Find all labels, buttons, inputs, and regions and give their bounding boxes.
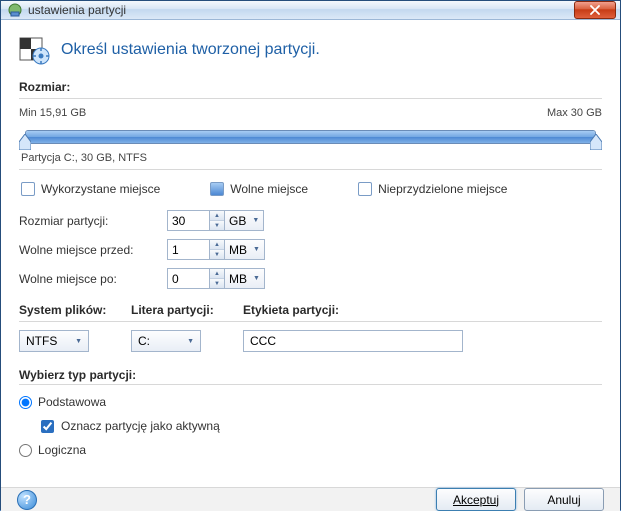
- footer: ? Akceptuj Anuluj: [1, 487, 620, 511]
- wizard-icon: [19, 34, 51, 66]
- slider-handle-left[interactable]: [19, 134, 31, 150]
- drive-letter-select[interactable]: C:▼: [131, 330, 201, 352]
- free-before-label: Wolne miejsce przed:: [19, 243, 167, 257]
- legend-free: Wolne miejsce: [210, 182, 308, 196]
- size-min: Min 15,91 GB: [19, 107, 86, 119]
- legend-unallocated: Nieprzydzielone miejsce: [358, 182, 507, 196]
- drive-letter-header: Litera partycji:: [131, 303, 243, 317]
- radio-primary-input[interactable]: [19, 396, 32, 409]
- free-before-spinner[interactable]: ▲▼ MB▼: [167, 239, 265, 260]
- volume-label-header: Etykieta partycji:: [243, 303, 602, 317]
- content-area: Określ ustawienia tworzonej partycji. Ro…: [1, 20, 620, 487]
- page-title: Określ ustawienia tworzonej partycji.: [61, 41, 320, 59]
- size-label: Rozmiar:: [19, 80, 602, 94]
- partition-type-title: Wybierz typ partycji:: [19, 368, 602, 382]
- slider-fill: [26, 131, 595, 143]
- slider-handle-right[interactable]: [590, 134, 602, 150]
- partition-size-spinner[interactable]: ▲▼ GB▼: [167, 210, 264, 231]
- filesystem-select[interactable]: NTFS▼: [19, 330, 89, 352]
- radio-logical-input[interactable]: [19, 444, 32, 457]
- free-before-stepper[interactable]: ▲▼: [209, 239, 224, 260]
- window-title: ustawienia partycji: [28, 3, 574, 17]
- step-down-icon[interactable]: ▼: [210, 279, 224, 288]
- help-icon: ?: [23, 492, 31, 507]
- step-up-icon[interactable]: ▲: [210, 240, 224, 250]
- free-before-input[interactable]: [167, 239, 209, 260]
- accept-button[interactable]: Akceptuj: [436, 488, 516, 511]
- swatch-used-icon: [21, 182, 35, 196]
- size-max: Max 30 GB: [547, 107, 602, 119]
- chevron-down-icon: ▼: [187, 338, 194, 345]
- chevron-down-icon: ▼: [253, 275, 260, 282]
- filesystem-header: System plików:: [19, 303, 131, 317]
- legend: Wykorzystane miejsce Wolne miejsce Niepr…: [19, 182, 602, 196]
- radio-logical[interactable]: Logiczna: [19, 443, 602, 457]
- chevron-down-icon: ▼: [75, 338, 82, 345]
- trio-headers: System plików: Litera partycji: Etykieta…: [19, 303, 602, 317]
- close-button[interactable]: [574, 1, 616, 19]
- free-before-unit[interactable]: MB▼: [224, 239, 265, 260]
- size-slider[interactable]: [19, 123, 602, 150]
- partition-size-input[interactable]: [167, 210, 209, 231]
- page-header: Określ ustawienia tworzonej partycji.: [19, 34, 602, 66]
- volume-label-input[interactable]: [243, 330, 463, 352]
- close-icon: [590, 5, 600, 15]
- free-after-stepper[interactable]: ▲▼: [209, 268, 224, 289]
- title-bar[interactable]: ustawienia partycji: [1, 1, 620, 20]
- checkbox-active[interactable]: Oznacz partycję jako aktywną: [41, 419, 602, 433]
- slider-track: [25, 130, 596, 144]
- partition-settings-window: ustawienia partycji Określ ustawienia tw…: [0, 0, 621, 510]
- partition-description: Partycja C:, 30 GB, NTFS: [19, 152, 602, 164]
- cancel-button[interactable]: Anuluj: [524, 488, 604, 511]
- radio-primary[interactable]: Podstawowa: [19, 395, 602, 409]
- partition-type-section: Wybierz typ partycji: Podstawowa Oznacz …: [19, 368, 602, 457]
- step-down-icon[interactable]: ▼: [210, 250, 224, 259]
- swatch-unalloc-icon: [358, 182, 372, 196]
- partition-size-stepper[interactable]: ▲▼: [209, 210, 224, 231]
- app-icon: [7, 2, 23, 18]
- partition-size-label: Rozmiar partycji:: [19, 214, 167, 228]
- free-after-unit[interactable]: MB▼: [224, 268, 265, 289]
- help-button[interactable]: ?: [17, 490, 37, 510]
- chevron-down-icon: ▼: [252, 217, 259, 224]
- chevron-down-icon: ▼: [253, 246, 260, 253]
- free-after-input[interactable]: [167, 268, 209, 289]
- swatch-free-icon: [210, 182, 224, 196]
- free-after-spinner[interactable]: ▲▼ MB▼: [167, 268, 265, 289]
- trio-row: NTFS▼ C:▼: [19, 330, 602, 352]
- size-minmax: Min 15,91 GB Max 30 GB: [19, 107, 602, 119]
- size-section: Min 15,91 GB Max 30 GB Partycja C:, 30 G…: [19, 98, 602, 467]
- step-down-icon[interactable]: ▼: [210, 221, 224, 230]
- size-form: Rozmiar partycji: ▲▼ GB▼ Wolne miejsce p…: [19, 210, 602, 289]
- partition-size-unit[interactable]: GB▼: [224, 210, 264, 231]
- checkbox-active-input[interactable]: [41, 420, 54, 433]
- free-after-label: Wolne miejsce po:: [19, 272, 167, 286]
- step-up-icon[interactable]: ▲: [210, 211, 224, 221]
- step-up-icon[interactable]: ▲: [210, 269, 224, 279]
- legend-used: Wykorzystane miejsce: [21, 182, 160, 196]
